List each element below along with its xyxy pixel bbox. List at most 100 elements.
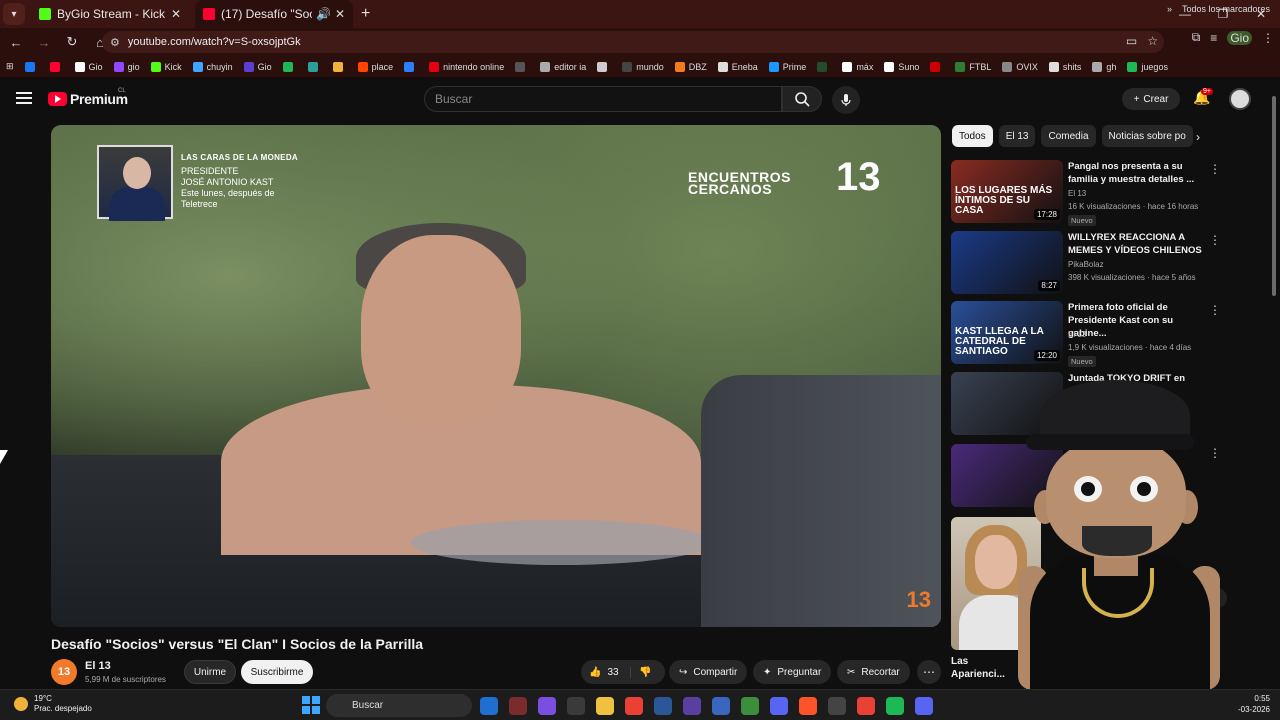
chrome-icon[interactable] xyxy=(625,697,643,715)
youtube-premium-logo[interactable]: Premium CL xyxy=(48,88,128,107)
discord-icon[interactable] xyxy=(915,697,933,715)
like-button[interactable]: 👍 33 xyxy=(581,666,631,678)
video-thumbnail[interactable]: 8:27 xyxy=(951,231,1063,294)
video-title[interactable]: WILLYREX REACCIONA A MEMES Y VÍDEOS CHIL… xyxy=(1068,231,1208,257)
dislike-button[interactable]: 👎 xyxy=(631,667,651,678)
chip-news[interactable]: Noticias sobre po xyxy=(1101,125,1193,147)
bookmark-item[interactable] xyxy=(930,61,944,72)
more-options-icon[interactable]: ⋮ xyxy=(1209,233,1221,247)
bookmark-item[interactable] xyxy=(307,61,322,72)
video-title[interactable]: Pangal nos presenta a su familia y muest… xyxy=(1068,160,1208,186)
bookmark-item[interactable]: máx xyxy=(842,61,873,72)
speaker-icon[interactable]: 🔊 xyxy=(316,7,331,21)
weather-widget[interactable]: 19°C Prac. despejado xyxy=(14,694,92,714)
app4-icon[interactable] xyxy=(828,697,846,715)
more-options-icon[interactable]: ⋮ xyxy=(1209,446,1221,460)
bookmark-item[interactable] xyxy=(817,61,831,72)
bookmark-item[interactable]: OVIX xyxy=(1002,61,1038,72)
bookmark-item[interactable] xyxy=(404,61,418,72)
bookmark-item[interactable]: nintendo online xyxy=(429,61,504,72)
close-tab-icon[interactable]: ✕ xyxy=(171,7,181,21)
bookmark-item[interactable]: DBZ xyxy=(674,61,707,72)
chip-all[interactable]: Todos xyxy=(952,125,993,147)
channel-avatar[interactable]: 13 xyxy=(51,659,77,685)
file-explorer-icon[interactable] xyxy=(596,697,614,715)
join-button[interactable]: Unirme xyxy=(184,660,236,684)
bookmark-item[interactable] xyxy=(515,61,529,72)
video-thumbnail[interactable]: KAST LLEGA A LA CATEDRAL DE SANTIAGO 12:2… xyxy=(951,301,1063,364)
video-title[interactable]: Primera foto oficial de Presidente Kast … xyxy=(1068,301,1208,340)
recommended-video[interactable]: 8:27 WILLYREX REACCIONA A MEMES Y VÍDEOS … xyxy=(951,231,1221,297)
bookmark-item[interactable]: gio xyxy=(113,61,140,72)
bookmark-item[interactable]: Gio xyxy=(74,61,103,72)
chips-next-icon[interactable]: › xyxy=(1196,130,1200,144)
browser-menu-icon[interactable]: ⋮ xyxy=(1262,31,1274,45)
close-tab-icon[interactable]: ✕ xyxy=(335,7,345,21)
bookmark-item[interactable]: shits xyxy=(1048,61,1081,72)
video-thumbnail[interactable] xyxy=(951,444,1063,507)
system-clock[interactable]: 0:55 -03-2026 xyxy=(1236,693,1270,715)
bookmark-item[interactable]: juegos xyxy=(1127,61,1168,72)
bookmark-item[interactable]: FTBL xyxy=(955,61,991,72)
spotify-icon[interactable] xyxy=(886,697,904,715)
forward-icon[interactable]: → xyxy=(32,30,56,54)
apps-icon[interactable]: ⊞ xyxy=(6,61,14,72)
ask-button[interactable]: ✦ Preguntar xyxy=(753,660,832,684)
tab-kick-dashboard[interactable]: ByGio Stream - Kick Dashboard ✕ xyxy=(31,0,189,28)
voice-search-button[interactable] xyxy=(832,86,860,114)
valorant-icon[interactable] xyxy=(509,697,527,715)
media-controls-icon[interactable]: ≡ xyxy=(1210,31,1217,45)
bookmark-item[interactable]: Suno xyxy=(884,61,919,72)
account-avatar[interactable] xyxy=(1229,88,1251,110)
more-options-icon[interactable]: ⋮ xyxy=(1209,162,1221,176)
channel-name[interactable]: El 13 xyxy=(1068,189,1086,198)
chip-comedy[interactable]: Comedia xyxy=(1041,125,1096,147)
page-scrollbar[interactable] xyxy=(1271,82,1277,687)
bookmark-item[interactable] xyxy=(49,61,64,72)
recommended-video[interactable]: KAST LLEGA A LA CATEDRAL DE SANTIAGO 12:2… xyxy=(951,301,1221,367)
bookmark-item[interactable]: Eneba xyxy=(717,61,758,72)
bookmark-item[interactable]: Prime xyxy=(768,61,806,72)
all-bookmarks-folder[interactable]: Todos los marcadores xyxy=(1182,4,1270,14)
share-button[interactable]: ↪ Compartir xyxy=(669,660,748,684)
bookmark-item[interactable]: chuyin xyxy=(192,61,233,72)
cast-icon[interactable]: ▭ xyxy=(1126,34,1137,48)
channel-name[interactable]: El 13 xyxy=(85,660,111,672)
site-info-icon[interactable]: ⚙ xyxy=(110,36,120,49)
bookmark-star-icon[interactable]: ☆ xyxy=(1147,34,1158,48)
bookmark-item[interactable] xyxy=(24,61,39,72)
video-thumbnail[interactable]: LOS LUGARES MÁS ÍNTIMOS DE SU CASA 17:28 xyxy=(951,160,1063,223)
search-input[interactable]: Buscar xyxy=(424,86,782,112)
bookmark-item[interactable] xyxy=(332,61,347,72)
video-title[interactable]: Juntada TOKYO DRIFT en xyxy=(1068,372,1208,385)
back-icon[interactable]: ← xyxy=(4,30,28,54)
obs-icon[interactable] xyxy=(683,697,701,715)
brave-icon[interactable] xyxy=(799,697,817,715)
edge-icon[interactable] xyxy=(480,697,498,715)
profile-icon[interactable]: Gio xyxy=(1227,30,1252,45)
search-button[interactable] xyxy=(782,86,822,112)
more-options-icon[interactable]: ⋮ xyxy=(1209,303,1221,317)
short-thumbnail[interactable] xyxy=(951,517,1041,650)
bookmark-item[interactable]: place xyxy=(357,61,393,72)
recommended-video[interactable]: Juntada TOKYO DRIFT en xyxy=(951,372,1221,438)
tab-youtube-video[interactable]: (17) Desafío "Socios" versu 🔊 ✕ xyxy=(195,0,353,28)
menu-icon[interactable] xyxy=(16,92,32,104)
clip-button[interactable]: ✂ Recortar xyxy=(837,660,910,684)
extensions-icon[interactable]: ⧉ xyxy=(1192,30,1201,45)
video-thumbnail[interactable] xyxy=(951,372,1063,435)
reload-icon[interactable]: ↻ xyxy=(60,30,84,54)
recommended-video[interactable]: ⋮ xyxy=(951,444,1221,510)
app3-icon[interactable] xyxy=(770,697,788,715)
short-title[interactable]: Las Aparienci... xyxy=(951,655,1005,681)
channel-name[interactable]: El 13 xyxy=(1068,330,1086,339)
taskbar-search[interactable]: Buscar xyxy=(326,694,472,717)
create-button[interactable]: + Crear xyxy=(1122,88,1180,110)
more-actions-button[interactable]: ⋯ xyxy=(917,660,941,684)
bookmark-item[interactable]: mundo xyxy=(622,61,664,72)
subscribe-button[interactable]: Suscribirme xyxy=(241,660,313,684)
recommended-video[interactable]: LOS LUGARES MÁS ÍNTIMOS DE SU CASA 17:28 P… xyxy=(951,160,1221,226)
bookmark-item[interactable]: gh xyxy=(1092,61,1116,72)
shorts-next-button[interactable]: › xyxy=(1207,588,1227,608)
chip-el-13[interactable]: El 13 xyxy=(998,125,1036,147)
